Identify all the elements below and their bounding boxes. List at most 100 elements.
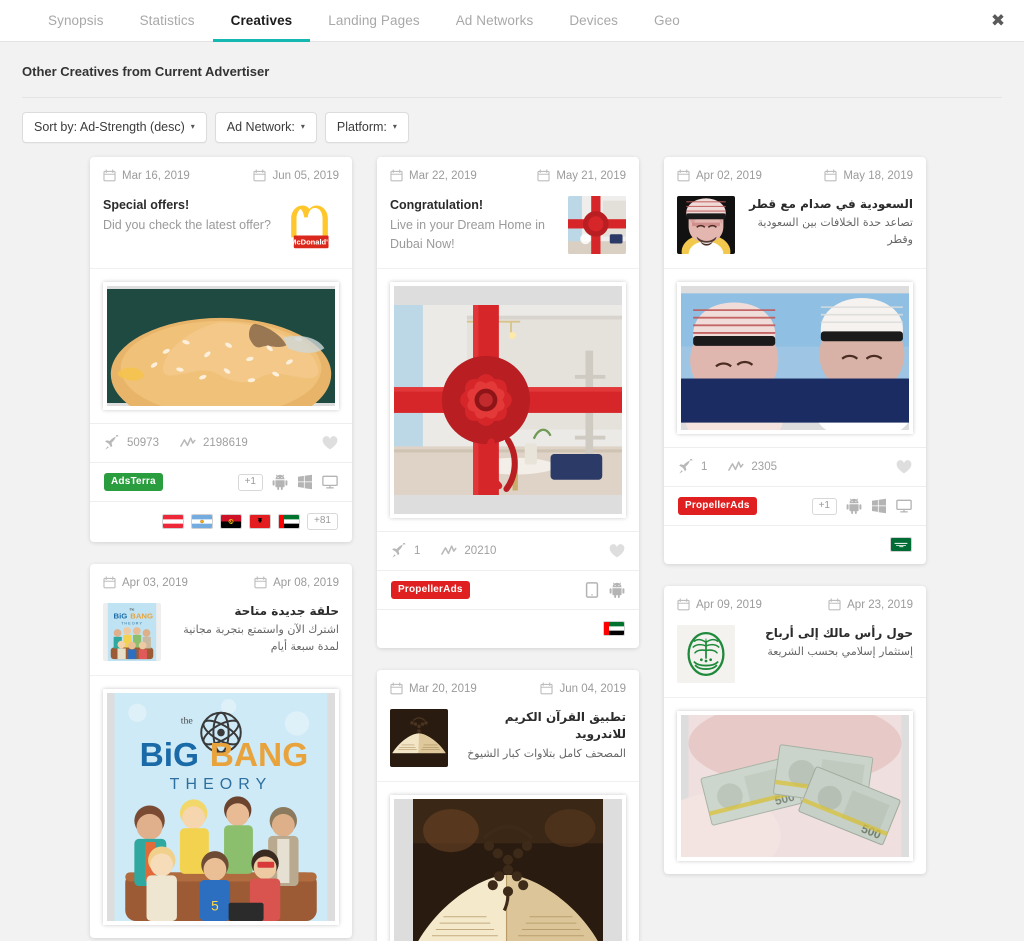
end-date-label: May 21, 2019 (556, 169, 626, 182)
device-icon-group: +1 (237, 473, 338, 491)
end-date: May 21, 2019 (537, 169, 626, 182)
end-date-label: Jun 04, 2019 (559, 682, 626, 695)
desktop-icon (322, 474, 338, 490)
start-date: Apr 02, 2019 (677, 169, 762, 182)
card-text-block: Special offers! Did you check the latest… (103, 196, 271, 235)
card-network-row: PropellerAds +1 (664, 486, 926, 525)
card-title: تطبيق القرآن الكريم للاندرويد (504, 710, 626, 742)
quran-book-thumbnail (390, 709, 448, 767)
filter-button-1[interactable]: Ad Network: ▾ (214, 112, 317, 143)
saudi-emblem-thumbnail (677, 625, 735, 683)
creative-card[interactable]: Apr 09, 2019 Apr 23, 2019 حول رأس مالك إ… (664, 586, 926, 874)
card-hero-wrapper: the BiG BANG THEORY 5 (90, 675, 352, 938)
tab-creatives[interactable]: Creatives (212, 1, 311, 42)
saudi-qatar-banner-image[interactable] (677, 282, 913, 434)
device-icon-group: +1 (811, 497, 912, 515)
card-subtitle: المصحف كامل بتلاوات كبار الشيوخ (467, 746, 626, 760)
card-subtitle: إستثمار إسلامي بحسب الشريعة (767, 645, 913, 659)
creative-card[interactable]: Mar 16, 2019 Jun 05, 2019 Special offers… (90, 157, 352, 542)
start-date: Apr 03, 2019 (103, 576, 188, 589)
tab-synopsis[interactable]: Synopsis (30, 1, 122, 41)
end-date: Apr 08, 2019 (254, 576, 339, 589)
card-network-row: AdsTerra +1 (90, 462, 352, 501)
calendar-icon (254, 576, 267, 589)
end-date-label: Apr 08, 2019 (273, 576, 339, 589)
card-text-block: حلقة جديدة متاحة اشترك الآن واستمتع بتجر… (171, 603, 339, 655)
tab-devices[interactable]: Devices (551, 1, 636, 41)
card-headline: Special offers! Did you check the latest… (90, 192, 352, 268)
mcdonalds-logo-thumbnail: McDonald's (281, 196, 339, 254)
network-badge[interactable]: PropellerAds (678, 497, 757, 515)
network-badge[interactable]: AdsTerra (104, 473, 163, 491)
burger-photo-image[interactable] (103, 282, 339, 410)
giftbow-room-thumbnail (568, 196, 626, 254)
filter-button-0[interactable]: Sort by: Ad-Strength (desc) ▾ (22, 112, 207, 143)
windows-icon (871, 498, 887, 514)
filter-button-2[interactable]: Platform: ▾ (324, 112, 409, 143)
favorite-heart-icon[interactable] (896, 459, 912, 475)
card-stats: 1 20210 (377, 531, 639, 570)
windows-icon (297, 474, 313, 490)
svg-text:BiG: BiG (140, 737, 199, 774)
calendar-icon (390, 169, 403, 182)
rocket-value: 50973 (127, 437, 159, 449)
device-plus-chip[interactable]: +1 (811, 497, 837, 515)
creatives-page: Other Creatives from Current Advertiser … (0, 42, 1024, 941)
tab-landing-pages[interactable]: Landing Pages (310, 1, 437, 41)
creative-card[interactable]: Mar 20, 2019 Jun 04, 2019 تطبيق القرآن ا… (377, 670, 639, 941)
card-text-block: تطبيق القرآن الكريم للاندرويد المصحف كام… (458, 709, 626, 762)
creatives-grid: Mar 16, 2019 Jun 05, 2019 Special offers… (0, 143, 1024, 941)
end-date: Jun 04, 2019 (540, 682, 626, 695)
card-text-block: Congratulation! Live in your Dream Home … (390, 196, 558, 254)
card-network-row: PropellerAds (377, 570, 639, 609)
svg-text:THEORY: THEORY (170, 776, 273, 793)
card-title: السعودية في صدام مع قطر (749, 197, 913, 211)
close-icon[interactable]: ✖ (986, 9, 1010, 33)
card-headline: تطبيق القرآن الكريم للاندرويد المصحف كام… (377, 705, 639, 781)
trend-chart-icon (728, 459, 744, 475)
strength-stat: 2198619 (180, 435, 248, 451)
tab-geo[interactable]: Geo (636, 1, 698, 41)
flag-argentina (191, 514, 214, 529)
quran-book-large-image[interactable] (390, 795, 626, 941)
tab-statistics[interactable]: Statistics (122, 1, 213, 41)
calendar-icon (253, 169, 267, 182)
flag-austria (162, 514, 185, 529)
flag-plus-chip[interactable]: +81 (307, 513, 338, 530)
impressions-stat: 50973 (104, 435, 159, 451)
start-date-label: Apr 02, 2019 (696, 169, 762, 182)
calendar-icon (540, 682, 554, 695)
chart-value: 20210 (464, 545, 497, 557)
saudi-riyals-image[interactable]: 500 500 500 (677, 711, 913, 861)
bigbang-poster-large-image[interactable]: the BiG BANG THEORY 5 (103, 689, 339, 925)
card-headline: حول رأس مالك إلى أرباح إستثمار إسلامي بح… (664, 621, 926, 697)
creative-card[interactable]: Mar 22, 2019 May 21, 2019 Congratulation… (377, 157, 639, 648)
card-hero-wrapper (377, 781, 639, 941)
favorite-heart-icon[interactable] (609, 543, 625, 559)
impressions-stat: 1 (391, 543, 420, 559)
network-badge[interactable]: PropellerAds (391, 581, 470, 599)
android-icon (609, 582, 625, 598)
trend-chart-icon (180, 435, 196, 451)
card-geo-row (377, 609, 639, 648)
start-date-label: Mar 22, 2019 (409, 169, 477, 182)
card-hero-wrapper: 500 500 500 (664, 697, 926, 874)
device-plus-chip[interactable]: +1 (237, 473, 263, 491)
page-title: Other Creatives from Current Advertiser (22, 64, 270, 79)
creative-card[interactable]: Apr 03, 2019 Apr 08, 2019 حلقة جديدة متا… (90, 564, 352, 938)
rocket-value: 1 (701, 461, 708, 473)
rocket-value: 1 (414, 545, 421, 557)
giftbow-room-large-image[interactable] (390, 282, 626, 518)
start-date: Mar 20, 2019 (390, 682, 477, 695)
filter-label: Platform: (336, 120, 387, 134)
creative-card[interactable]: Apr 02, 2019 May 18, 2019 السعودية في صد… (664, 157, 926, 564)
card-date-range: Apr 09, 2019 Apr 23, 2019 (664, 586, 926, 621)
card-hero-wrapper (90, 268, 352, 423)
chart-value: 2305 (751, 461, 777, 473)
calendar-icon (537, 169, 550, 182)
svg-text:McDonald's: McDonald's (290, 238, 332, 247)
tab-ad-networks[interactable]: Ad Networks (438, 1, 552, 41)
favorite-heart-icon[interactable] (322, 435, 338, 451)
start-date-label: Mar 16, 2019 (122, 169, 190, 182)
bigbang-poster-thumbnail: the BiG BANG THEORY (103, 603, 161, 661)
